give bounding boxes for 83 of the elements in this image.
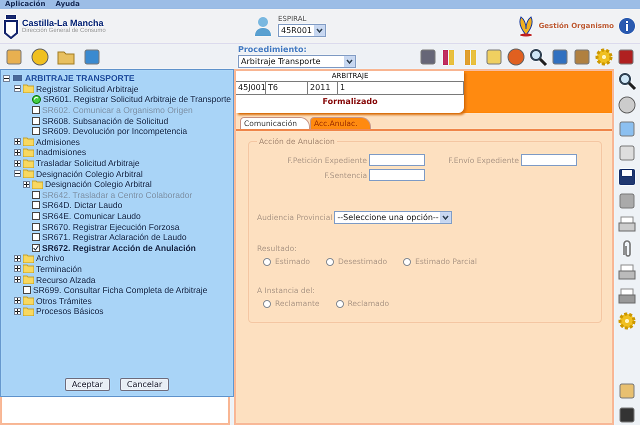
record-cell: 1 (338, 82, 464, 95)
accept-button[interactable]: Aceptar (64, 378, 110, 391)
tree-item[interactable]: SR670. Registrar Ejecución Forzosa (42, 222, 180, 232)
checkbox[interactable] (32, 116, 40, 125)
cancel-button[interactable]: Cancelar (120, 378, 170, 391)
tree-item[interactable]: SR671. Registrar Aclaración de Laudo (42, 232, 187, 242)
tree-folder[interactable]: Admisiones (36, 136, 80, 147)
expand-toggle[interactable] (14, 308, 21, 315)
radio-button[interactable] (263, 258, 272, 266)
court-select[interactable]: --Seleccione una opción-- (334, 211, 452, 224)
caret-icon (344, 56, 355, 67)
date-field[interactable] (369, 169, 426, 181)
tree-folder[interactable]: Designación Colegio Arbitral (45, 179, 152, 190)
record-cell: 45J001 (236, 82, 266, 95)
expand-toggle[interactable] (14, 254, 21, 262)
tree-item[interactable]: SR699. Consultar Ficha Completa de Arbitraje (33, 285, 208, 296)
radio-button[interactable] (326, 258, 334, 266)
checkbox[interactable] (32, 127, 40, 136)
folder-icon (32, 180, 43, 189)
tree-item[interactable]: SR64E. Comunicar Laudo (42, 211, 141, 222)
expand-toggle[interactable] (14, 276, 21, 284)
checkbox[interactable] (23, 286, 31, 294)
tree-folder[interactable]: Inadmisiones (36, 147, 86, 158)
radio-button[interactable] (336, 300, 344, 308)
date-field[interactable] (369, 154, 426, 166)
user-select[interactable]: 45R001 (278, 24, 326, 37)
tree-item[interactable]: SR64D. Dictar Laudo (42, 200, 122, 210)
tree-item[interactable]: SR609. Devolución por Incompetencia (42, 126, 188, 136)
folder-icon (23, 169, 34, 178)
expand-toggle[interactable] (14, 297, 21, 304)
tree-folder[interactable]: Procesos Básicos (36, 306, 104, 316)
tree-folder[interactable]: Trasladar Solicitud Arbitraje (36, 158, 140, 168)
folder-icon (23, 158, 34, 168)
folder-icon (23, 296, 34, 306)
folder-icon (23, 275, 34, 284)
expand-toggle[interactable] (14, 138, 21, 146)
radio-button[interactable] (263, 300, 272, 308)
folder-icon (23, 254, 34, 263)
folder-icon (23, 306, 34, 316)
checkbox[interactable] (32, 212, 40, 220)
tree-folder[interactable]: Recurso Alzada (36, 274, 96, 285)
checkbox[interactable] (32, 222, 40, 231)
tree-folder[interactable]: Archivo (36, 253, 64, 264)
date-field[interactable] (521, 154, 578, 166)
tree-item[interactable]: SR608. Subsanación de Solicitud (42, 116, 168, 126)
collapse-toggle[interactable] (3, 74, 10, 82)
procedure-label: Procedimiento: (238, 45, 308, 54)
org-name: Castilla-La Mancha (22, 18, 104, 28)
tree-item[interactable]: SR601. Registrar Solicitud Arbitraje de Transporte (43, 94, 232, 104)
crest-icon (4, 13, 18, 39)
checkbox[interactable] (32, 201, 40, 210)
folder-icon (23, 264, 34, 274)
tree-folder[interactable]: Terminación (36, 264, 82, 274)
expand-toggle[interactable] (23, 180, 30, 188)
tree-folder[interactable]: Registrar Solicitud Arbitraje (36, 84, 139, 94)
folder-icon (23, 148, 34, 157)
tree-root[interactable]: ARBITRAJE TRANSPORTE (25, 73, 135, 84)
record-status: Formalizado (322, 96, 378, 108)
collapse-toggle[interactable] (14, 85, 21, 92)
caret-icon (314, 25, 325, 36)
checkbox[interactable] (32, 233, 40, 242)
caret-icon (440, 212, 452, 223)
tree-item[interactable]: SR672. Registrar Acción de Anulación (42, 242, 196, 253)
expand-toggle[interactable] (14, 265, 21, 272)
record-cell: 2011 (308, 82, 338, 95)
folder-icon (23, 137, 34, 146)
search-icon[interactable] (528, 46, 548, 66)
radio-button[interactable] (403, 258, 412, 266)
collapse-toggle[interactable] (14, 170, 21, 178)
record-cell: T6 (266, 82, 308, 95)
tree-folder[interactable]: Designación Colegio Arbitral (36, 168, 143, 179)
user-icon (254, 15, 272, 37)
tree-folder[interactable]: Otros Trámites (36, 296, 92, 306)
computer-icon (12, 74, 23, 83)
save-icon[interactable] (617, 167, 638, 187)
procedure-select[interactable]: Arbitraje Transporte (238, 55, 356, 68)
checkbox[interactable] (32, 244, 40, 252)
expand-toggle[interactable] (14, 160, 21, 167)
folder-icon (23, 84, 34, 94)
info-icon[interactable] (618, 17, 636, 35)
expand-toggle[interactable] (14, 148, 21, 156)
butterfly-icon (516, 15, 535, 37)
search-icon[interactable] (617, 71, 638, 91)
